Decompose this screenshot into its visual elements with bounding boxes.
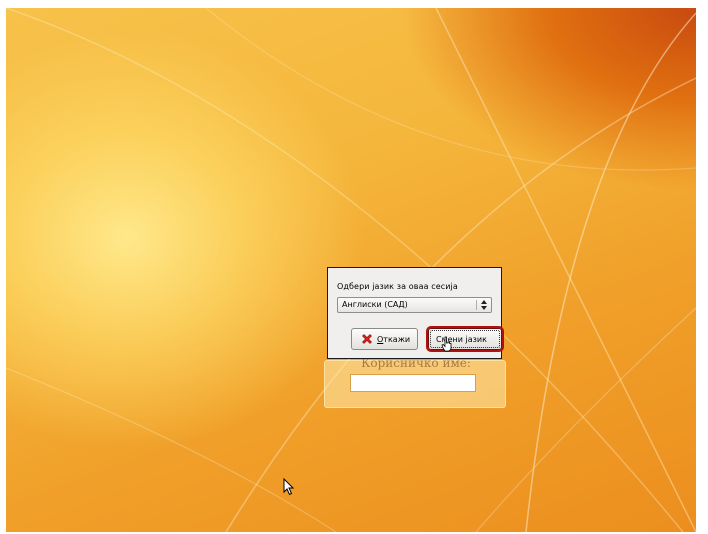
cancel-button-label: Откажи xyxy=(377,335,410,344)
language-dialog: Одбери јазик за оваа сесија Англиски (СА… xyxy=(327,267,504,359)
cancel-rest: ткажи xyxy=(383,335,411,344)
red-x-icon xyxy=(362,334,372,344)
combo-separator xyxy=(476,300,477,310)
desktop-background: Корисничко име: Одбери јазик за оваа сес… xyxy=(6,8,696,532)
language-select[interactable]: Англиски (САД) xyxy=(337,297,492,313)
arrow-cursor-icon xyxy=(283,478,295,496)
username-input[interactable] xyxy=(350,374,476,392)
hand-cursor-icon xyxy=(441,336,452,352)
up-down-arrows-icon xyxy=(481,300,487,310)
cancel-button[interactable]: Откажи xyxy=(351,328,418,350)
language-select-value: Англиски (САД) xyxy=(342,300,408,309)
dialog-title: Одбери јазик за оваа сесија xyxy=(337,282,458,291)
change-language-button[interactable]: Смени јазик xyxy=(426,326,504,352)
